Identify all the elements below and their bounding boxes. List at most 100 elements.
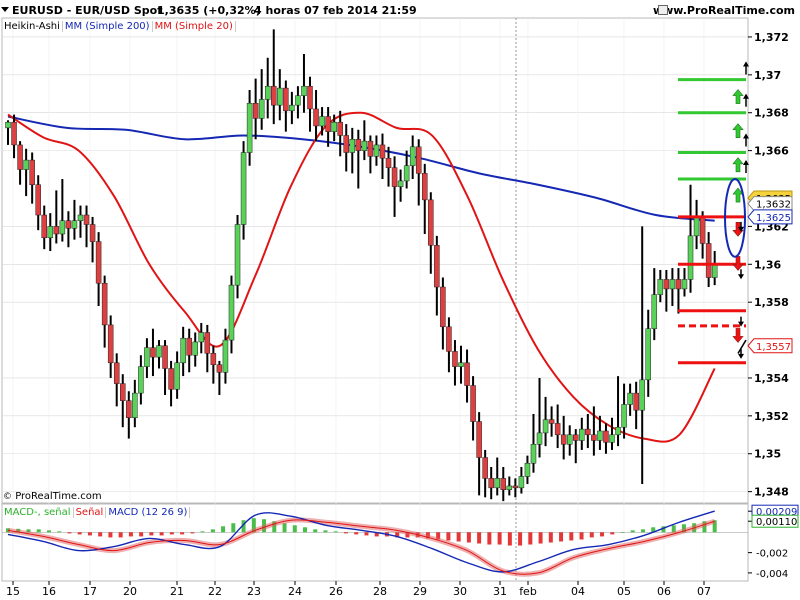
settings-icon[interactable] (658, 5, 668, 15)
candle-body (355, 139, 362, 151)
macd-histogram-bar (579, 532, 584, 540)
chart-grid (1, 17, 749, 582)
x-tick-label: 26 (329, 585, 343, 598)
candle-body (506, 485, 513, 490)
macd-histogram-bar (630, 530, 635, 533)
candle-body (5, 121, 11, 129)
legend-macd-line[interactable]: MACD-, señal (2, 507, 74, 518)
macd-histogram-bar (507, 532, 512, 546)
candle-body (132, 392, 138, 418)
x-tick-label: 29 (413, 585, 427, 598)
legend-signal[interactable]: Señal (74, 507, 107, 518)
candle-body (95, 241, 102, 284)
macd-histogram-bar (77, 532, 82, 535)
source-link[interactable]: www.ProRealTime.com (653, 4, 795, 17)
candle-body (325, 116, 331, 132)
candle-body (216, 364, 223, 373)
candle-body (675, 279, 682, 290)
candle-body (210, 353, 217, 365)
y-tick-label: 1,358 (754, 296, 789, 309)
macd-histogram-bar (323, 530, 328, 533)
macd-histogram-bar (497, 532, 502, 545)
candle-body (548, 419, 555, 424)
candle-body (621, 404, 627, 428)
candle-body (597, 430, 603, 441)
macd-histogram-bar (169, 532, 174, 535)
candle-body (415, 146, 422, 174)
candle-body (687, 235, 694, 280)
macd-histogram-bar (313, 529, 318, 533)
candle-body (639, 379, 645, 411)
candle-body (663, 279, 670, 290)
candle-body (59, 220, 66, 235)
x-tick-label: 06 (657, 585, 671, 598)
x-tick-label: 05 (617, 585, 631, 598)
candle-body (379, 144, 386, 159)
macd-histogram-bar (200, 531, 205, 533)
x-tick-label: 17 (83, 585, 97, 598)
candle-body (705, 243, 712, 278)
candle-body (174, 362, 180, 390)
candle-body (138, 366, 144, 394)
candle-body (591, 434, 597, 441)
x-tick-label: 24 (288, 585, 302, 598)
candle-body (29, 159, 35, 185)
candle-body (657, 279, 664, 295)
macd-histogram-bar (292, 525, 297, 533)
candle-body (47, 226, 54, 239)
candle-body (53, 226, 60, 235)
legend-ma200[interactable]: MM (Simple 200) (63, 21, 153, 32)
y-tick-label: 1,372 (754, 31, 789, 44)
price-panel-frame (1, 17, 749, 504)
candle-body (385, 157, 392, 168)
candle-body (458, 362, 464, 367)
macd-histogram-bar (528, 532, 533, 545)
candle-body (192, 341, 198, 356)
y-tick-label: 1,368 (754, 107, 789, 120)
price-tag-text: 1,3557 (756, 342, 791, 353)
macd-histogram-bar (364, 532, 369, 536)
candle-body (11, 121, 17, 146)
macd-y-tick-label: 0,00110 (756, 517, 797, 528)
macd-legend: MACD-, señal Señal MACD (12 26 9) (2, 507, 191, 518)
candle-body (258, 99, 265, 119)
candle-body (560, 434, 567, 445)
macd-histogram-bar (559, 532, 564, 542)
candle-body (41, 214, 47, 239)
macd-histogram-bar (466, 532, 471, 543)
macd-histogram-bar (118, 532, 123, 538)
candle-body (482, 457, 488, 479)
x-tick-label: 23 (247, 585, 261, 598)
price-tag-text: 1,3625 (756, 213, 791, 224)
candle-body (222, 339, 229, 373)
macd-histogram-bar (569, 532, 574, 541)
legend-macd[interactable]: MACD (12 26 9) (106, 507, 191, 518)
candle-body (554, 423, 561, 436)
x-tick-label: 31 (493, 585, 507, 598)
macd-y-tick-label: -0,002 (756, 549, 788, 560)
x-tick-label: 22 (208, 585, 222, 598)
menu-triangle-icon[interactable] (1, 7, 9, 12)
candle-body (186, 337, 192, 356)
x-tick-label: 07 (697, 585, 711, 598)
x-tick-label: feb (519, 585, 537, 598)
macd-histogram-bar (456, 532, 461, 542)
macd-histogram-bar (139, 532, 144, 537)
current-price: 1,3635 (+0,32%) (157, 4, 261, 17)
legend-heikin-ashi[interactable]: Heikin-Ashi (2, 21, 63, 32)
candle-body (693, 216, 700, 237)
y-tick-label: 1,352 (754, 410, 789, 423)
candle-body (397, 180, 404, 187)
candle-body (23, 159, 29, 170)
macd-histogram-bar (180, 532, 185, 535)
candle-body (470, 385, 476, 422)
macd-histogram-bar (610, 532, 615, 535)
candle-body (17, 144, 23, 170)
legend-ma20[interactable]: MM (Simple 20) (153, 21, 236, 32)
macd-histogram-bar (128, 532, 133, 537)
candle-body (150, 347, 156, 358)
x-tick-label: 30 (453, 585, 467, 598)
candle-body (422, 173, 428, 201)
candle-body (524, 462, 531, 477)
y-tick-label: 1,348 (754, 486, 789, 499)
